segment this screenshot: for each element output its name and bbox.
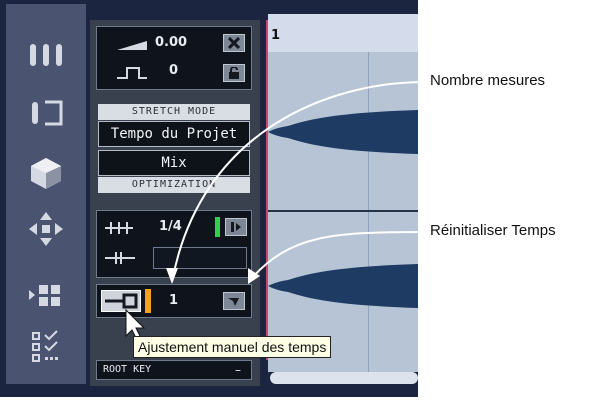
annotation-bars-count: Nombre mesures — [430, 72, 546, 89]
annotation-reset-beats: Réinitialiser Temps — [430, 222, 556, 239]
tooltip: Ajustement manuel des temps — [133, 336, 332, 358]
